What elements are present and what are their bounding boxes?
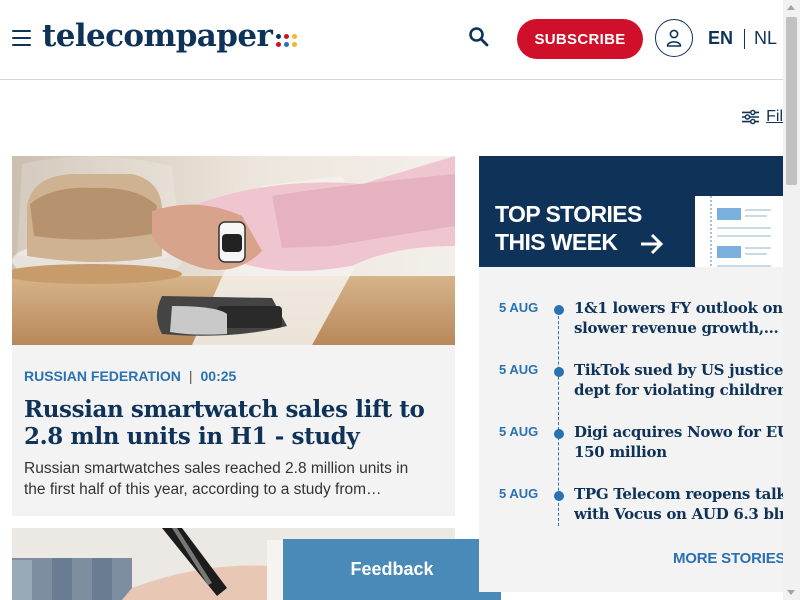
scroll-thumb[interactable] (786, 17, 797, 185)
feedback-button[interactable]: Feedback (283, 539, 501, 600)
story-date: 5 AUG (499, 362, 539, 377)
lang-nl-link[interactable]: NL (754, 28, 777, 49)
story-title-line: 1&1 lowers FY outlook on (574, 299, 783, 317)
filter-button[interactable]: Fil (742, 108, 783, 126)
lang-divider (744, 28, 746, 49)
user-icon[interactable] (655, 19, 693, 57)
article-image[interactable] (12, 156, 455, 345)
language-switcher: EN NL (708, 28, 777, 49)
article-description-line: Russian smartwatches sales reached 2.8 m… (24, 460, 409, 477)
story-date: 5 AUG (499, 424, 539, 439)
top-stories-panel: TOP STORIES THIS WEEK 5 AUG 1&1 lowers F… (479, 156, 783, 592)
top-stories-title-line: THIS WEEK (495, 229, 618, 255)
search-icon[interactable] (468, 26, 490, 48)
story-title-line: TPG Telecom reopens talks (574, 485, 783, 503)
more-stories-link[interactable]: MORE STORIES → (673, 550, 783, 567)
article-category[interactable]: RUSSIAN FEDERATION (24, 368, 181, 384)
article-time: 00:25 (200, 368, 237, 384)
article-description: Russian smartwatches sales reached 2.8 m… (24, 458, 444, 500)
article-list-illustration (695, 196, 783, 267)
story-date: 5 AUG (499, 486, 539, 501)
story-title[interactable]: 1&1 lowers FY outlook on slower revenue … (574, 298, 783, 338)
story-title-line: with Vocus on AUD 6.3 bln… (574, 505, 783, 523)
article-description-line: the first half of this year, according t… (24, 481, 382, 498)
story-title-line: slower revenue growth,… (574, 319, 779, 337)
subscribe-button[interactable]: SUBSCRIBE (517, 19, 643, 59)
scroll-up-arrow[interactable] (787, 5, 795, 10)
site-logo[interactable]: telecompaper (42, 18, 298, 54)
timeline-dot (554, 367, 564, 377)
site-header: telecompaper SUBSCRIBE EN NL (0, 0, 800, 80)
story-title[interactable]: TikTok sued by US justice dept for viola… (574, 360, 783, 400)
story-title-line: Digi acquires Nowo for EUR (574, 423, 783, 441)
scroll-down-arrow[interactable] (787, 590, 795, 595)
story-title[interactable]: TPG Telecom reopens talks with Vocus on … (574, 484, 783, 524)
story-date: 5 AUG (499, 300, 539, 315)
story-title-line: 150 million (574, 443, 667, 461)
timeline-dot (554, 429, 564, 439)
timeline-dot (554, 305, 564, 315)
story-title-line: dept for violating children'… (574, 381, 783, 399)
story-title[interactable]: Digi acquires Nowo for EUR 150 million (574, 422, 783, 462)
article-card[interactable]: RUSSIAN FEDERATION | 00:25 Russian smart… (12, 156, 455, 516)
top-stories-title: TOP STORIES THIS WEEK (495, 200, 642, 256)
timeline-dot (554, 491, 564, 501)
menu-icon[interactable] (12, 30, 31, 46)
logo-dots (276, 33, 298, 47)
page-scrollbar[interactable] (783, 0, 800, 600)
article-meta: RUSSIAN FEDERATION | 00:25 (24, 368, 236, 384)
meta-separator: | (188, 368, 193, 384)
story-title-line: TikTok sued by US justice (574, 361, 783, 379)
top-stories-title-line: TOP STORIES (495, 201, 642, 227)
arrow-right-icon (641, 233, 664, 255)
sliders-icon (742, 109, 760, 125)
logo-text: telecompaper (42, 18, 273, 54)
lang-en-link[interactable]: EN (708, 28, 733, 49)
article-title[interactable]: Russian smartwatch sales lift to 2.8 mln… (24, 396, 444, 450)
filter-label: Fil (766, 108, 783, 125)
top-stories-header[interactable]: TOP STORIES THIS WEEK (479, 156, 783, 267)
